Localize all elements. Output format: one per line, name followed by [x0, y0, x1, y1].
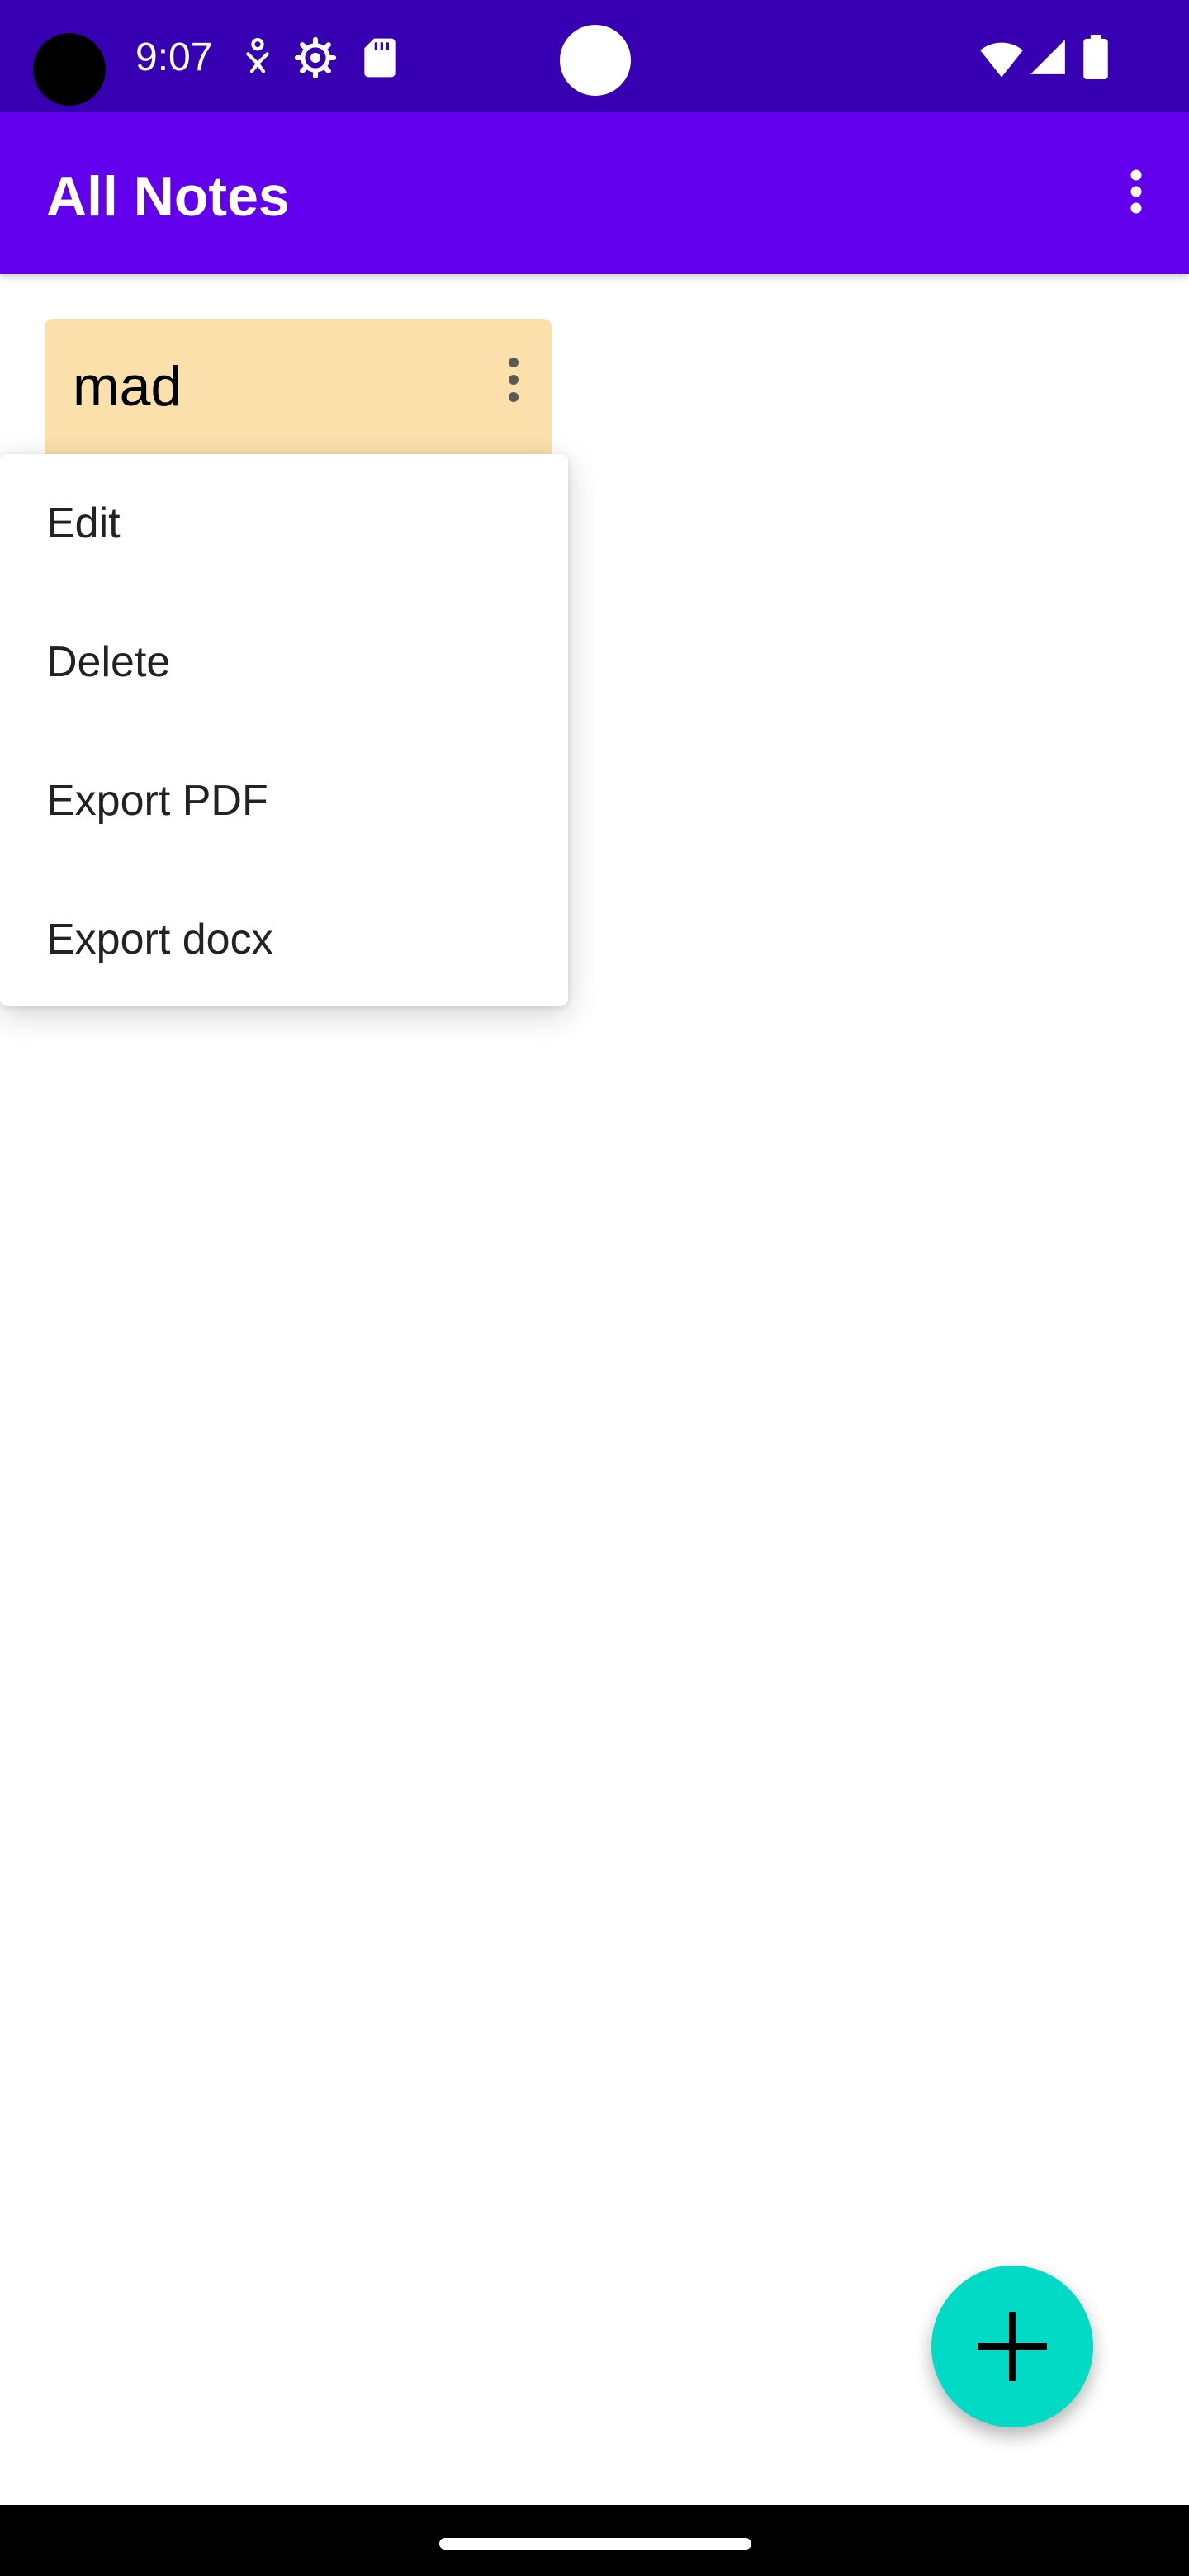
sd-card-icon: [364, 38, 396, 78]
settings-gear-icon: [294, 36, 337, 79]
menu-item-export-docx[interactable]: Export docx: [0, 870, 568, 1009]
note-card[interactable]: mad: [45, 319, 552, 467]
menu-item-edit[interactable]: Edit: [0, 454, 568, 593]
cell-signal-icon: [1030, 40, 1065, 74]
page-title: All Notes: [46, 165, 290, 228]
app-bar: All Notes: [0, 112, 1189, 274]
camera-hole: [33, 33, 106, 106]
navigation-bar: [0, 2505, 1189, 2576]
status-time: 9:07: [135, 36, 213, 79]
menu-item-export-pdf[interactable]: Export PDF: [0, 732, 568, 870]
plus-icon: [978, 2312, 1047, 2381]
wifi-icon: [980, 42, 1023, 78]
more-vertical-icon: [1130, 169, 1142, 214]
home-gesture-pill[interactable]: [439, 2538, 751, 2550]
add-note-button[interactable]: [931, 2266, 1093, 2427]
overflow-menu-button[interactable]: [1095, 150, 1177, 233]
menu-item-delete[interactable]: Delete: [0, 593, 568, 732]
note-popup-menu: Edit Delete Export PDF Export docx: [0, 454, 568, 1006]
battery-icon: [1083, 35, 1108, 79]
note-menu-button[interactable]: [489, 355, 538, 405]
camera-indicator-dot: [560, 25, 631, 96]
status-bar: 9:07: [0, 0, 1189, 112]
note-title: mad: [73, 355, 182, 418]
more-vertical-icon: [509, 358, 519, 402]
accessibility-icon: [246, 37, 269, 73]
